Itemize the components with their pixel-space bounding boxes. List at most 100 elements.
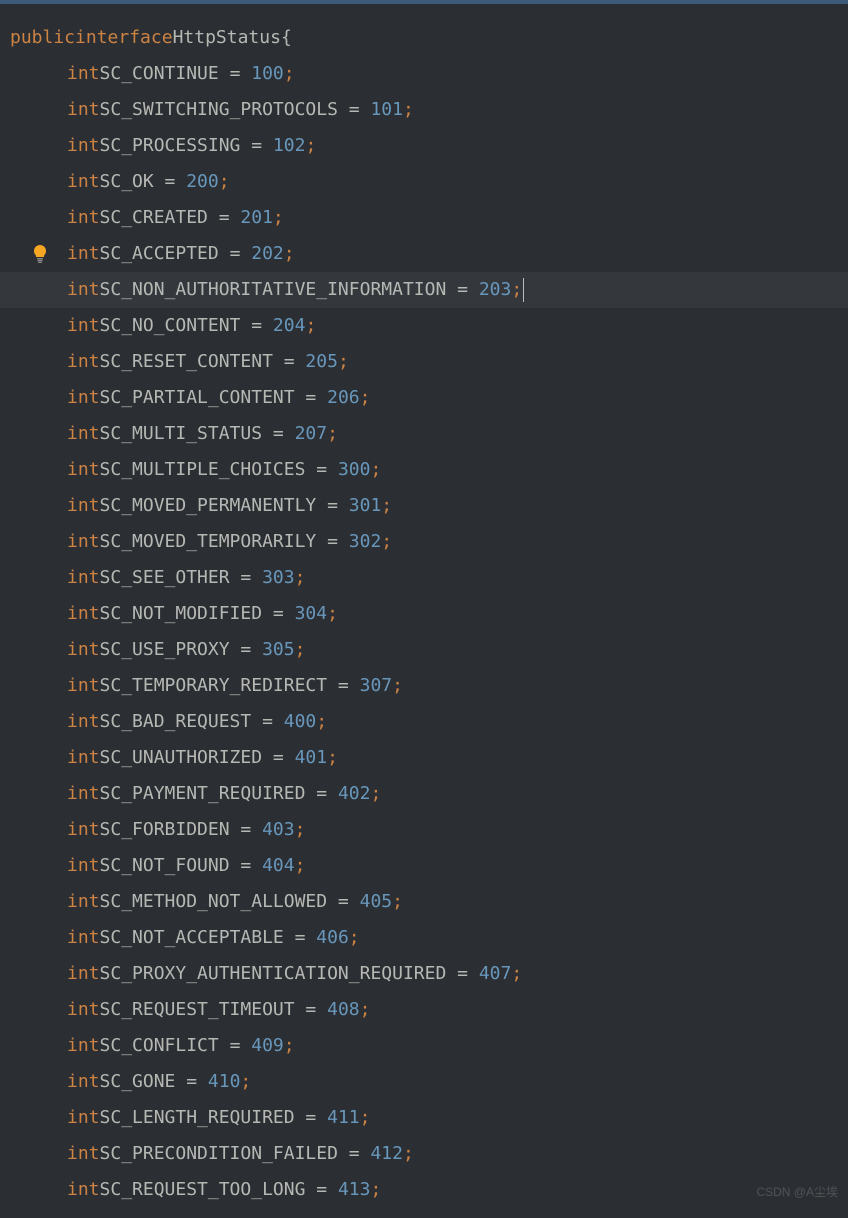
field-name: SC_METHOD_NOT_ALLOWED: [100, 884, 328, 920]
code-line[interactable]: int SC_PRECONDITION_FAILED = 412;: [0, 1136, 848, 1172]
field-value: 101: [370, 92, 403, 128]
keyword-type: int: [67, 380, 100, 416]
semicolon: ;: [327, 416, 338, 452]
code-line[interactable]: int SC_USE_PROXY = 305;: [0, 632, 848, 668]
semicolon: ;: [370, 452, 381, 488]
keyword-type: int: [67, 992, 100, 1028]
keyword-type: int: [67, 524, 100, 560]
code-line[interactable]: int SC_CREATED = 201;: [0, 200, 848, 236]
keyword-public: public: [10, 20, 75, 56]
operator-equals: =: [305, 452, 338, 488]
field-value: 203: [479, 272, 512, 308]
field-value: 307: [360, 668, 393, 704]
code-line[interactable]: int SC_LENGTH_REQUIRED = 411;: [0, 1100, 848, 1136]
field-name: SC_MULTIPLE_CHOICES: [100, 452, 306, 488]
keyword-type: int: [67, 488, 100, 524]
watermark-text: CSDN @A尘埃: [756, 1174, 838, 1210]
text-cursor: [523, 278, 524, 302]
operator-equals: =: [446, 272, 479, 308]
field-value: 201: [240, 200, 273, 236]
keyword-type: int: [67, 1172, 100, 1208]
code-line[interactable]: int SC_MULTI_STATUS = 207;: [0, 416, 848, 452]
code-line[interactable]: int SC_RESET_CONTENT = 205;: [0, 344, 848, 380]
code-line[interactable]: int SC_NOT_FOUND = 404;: [0, 848, 848, 884]
keyword-type: int: [67, 632, 100, 668]
keyword-type: int: [67, 344, 100, 380]
field-value: 401: [295, 740, 328, 776]
code-line[interactable]: int SC_CONTINUE = 100;: [0, 56, 848, 92]
semicolon: ;: [327, 596, 338, 632]
keyword-type: int: [67, 560, 100, 596]
operator-equals: =: [316, 524, 349, 560]
semicolon: ;: [360, 992, 371, 1028]
code-line[interactable]: int SC_ACCEPTED = 202;: [0, 236, 848, 272]
field-value: 407: [479, 956, 512, 992]
code-line[interactable]: int SC_METHOD_NOT_ALLOWED = 405;: [0, 884, 848, 920]
operator-equals: =: [284, 920, 317, 956]
code-line[interactable]: int SC_NOT_ACCEPTABLE = 406;: [0, 920, 848, 956]
operator-equals: =: [327, 668, 360, 704]
field-name: SC_GONE: [100, 1064, 176, 1100]
code-line[interactable]: int SC_SEE_OTHER = 303;: [0, 560, 848, 596]
code-line[interactable]: int SC_SWITCHING_PROTOCOLS = 101;: [0, 92, 848, 128]
field-name: SC_PROCESSING: [100, 128, 241, 164]
field-value: 403: [262, 812, 295, 848]
field-name: SC_REQUEST_TIMEOUT: [100, 992, 295, 1028]
field-name: SC_PARTIAL_CONTENT: [100, 380, 295, 416]
operator-equals: =: [316, 488, 349, 524]
operator-equals: =: [175, 1064, 208, 1100]
code-line[interactable]: int SC_MOVED_PERMANENTLY = 301;: [0, 488, 848, 524]
field-name: SC_OK: [100, 164, 154, 200]
code-line[interactable]: int SC_PROXY_AUTHENTICATION_REQUIRED = 4…: [0, 956, 848, 992]
declaration-line[interactable]: public interface HttpStatus {: [0, 20, 848, 56]
code-line[interactable]: int SC_OK = 200;: [0, 164, 848, 200]
keyword-type: int: [67, 884, 100, 920]
code-line[interactable]: int SC_NOT_MODIFIED = 304;: [0, 596, 848, 632]
operator-equals: =: [219, 1028, 252, 1064]
semicolon: ;: [511, 956, 522, 992]
code-line[interactable]: int SC_PAYMENT_REQUIRED = 402;: [0, 776, 848, 812]
field-name: SC_PAYMENT_REQUIRED: [100, 776, 306, 812]
operator-equals: =: [230, 848, 263, 884]
semicolon: ;: [316, 704, 327, 740]
keyword-type: int: [67, 956, 100, 992]
code-line[interactable]: int SC_REQUEST_TIMEOUT = 408;: [0, 992, 848, 1028]
semicolon: ;: [392, 668, 403, 704]
code-line[interactable]: int SC_FORBIDDEN = 403;: [0, 812, 848, 848]
semicolon: ;: [360, 380, 371, 416]
code-line[interactable]: int SC_GONE = 410;: [0, 1064, 848, 1100]
code-line[interactable]: int SC_TEMPORARY_REDIRECT = 307;: [0, 668, 848, 704]
code-line[interactable]: int SC_MULTIPLE_CHOICES = 300;: [0, 452, 848, 488]
field-value: 305: [262, 632, 295, 668]
field-name: SC_NOT_ACCEPTABLE: [100, 920, 284, 956]
intention-bulb[interactable]: [28, 244, 52, 264]
field-name: SC_NOT_FOUND: [100, 848, 230, 884]
operator-equals: =: [219, 56, 252, 92]
field-value: 206: [327, 380, 360, 416]
code-line[interactable]: int SC_REQUEST_TOO_LONG = 413;: [0, 1172, 848, 1208]
keyword-type: int: [67, 704, 100, 740]
field-name: SC_SEE_OTHER: [100, 560, 230, 596]
code-line[interactable]: int SC_NO_CONTENT = 204;: [0, 308, 848, 344]
field-value: 202: [251, 236, 284, 272]
semicolon: ;: [381, 488, 392, 524]
operator-equals: =: [240, 308, 273, 344]
code-line[interactable]: int SC_UNAUTHORIZED = 401;: [0, 740, 848, 776]
code-line[interactable]: int SC_BAD_REQUEST = 400;: [0, 704, 848, 740]
operator-equals: =: [240, 128, 273, 164]
field-name: SC_REQUEST_TOO_LONG: [100, 1172, 306, 1208]
operator-equals: =: [327, 884, 360, 920]
keyword-type: int: [67, 56, 100, 92]
code-line[interactable]: int SC_PROCESSING = 102;: [0, 128, 848, 164]
field-name: SC_MOVED_TEMPORARILY: [100, 524, 317, 560]
code-line[interactable]: int SC_CONFLICT = 409;: [0, 1028, 848, 1064]
code-editor[interactable]: public interface HttpStatus { int SC_CON…: [0, 4, 848, 1208]
semicolon: ;: [511, 272, 522, 308]
code-line[interactable]: int SC_PARTIAL_CONTENT = 206;: [0, 380, 848, 416]
code-line[interactable]: int SC_MOVED_TEMPORARILY = 302;: [0, 524, 848, 560]
operator-equals: =: [446, 956, 479, 992]
operator-equals: =: [230, 812, 263, 848]
code-line[interactable]: int SC_NON_AUTHORITATIVE_INFORMATION = 2…: [0, 272, 848, 308]
field-name: SC_LENGTH_REQUIRED: [100, 1100, 295, 1136]
keyword-type: int: [67, 200, 100, 236]
